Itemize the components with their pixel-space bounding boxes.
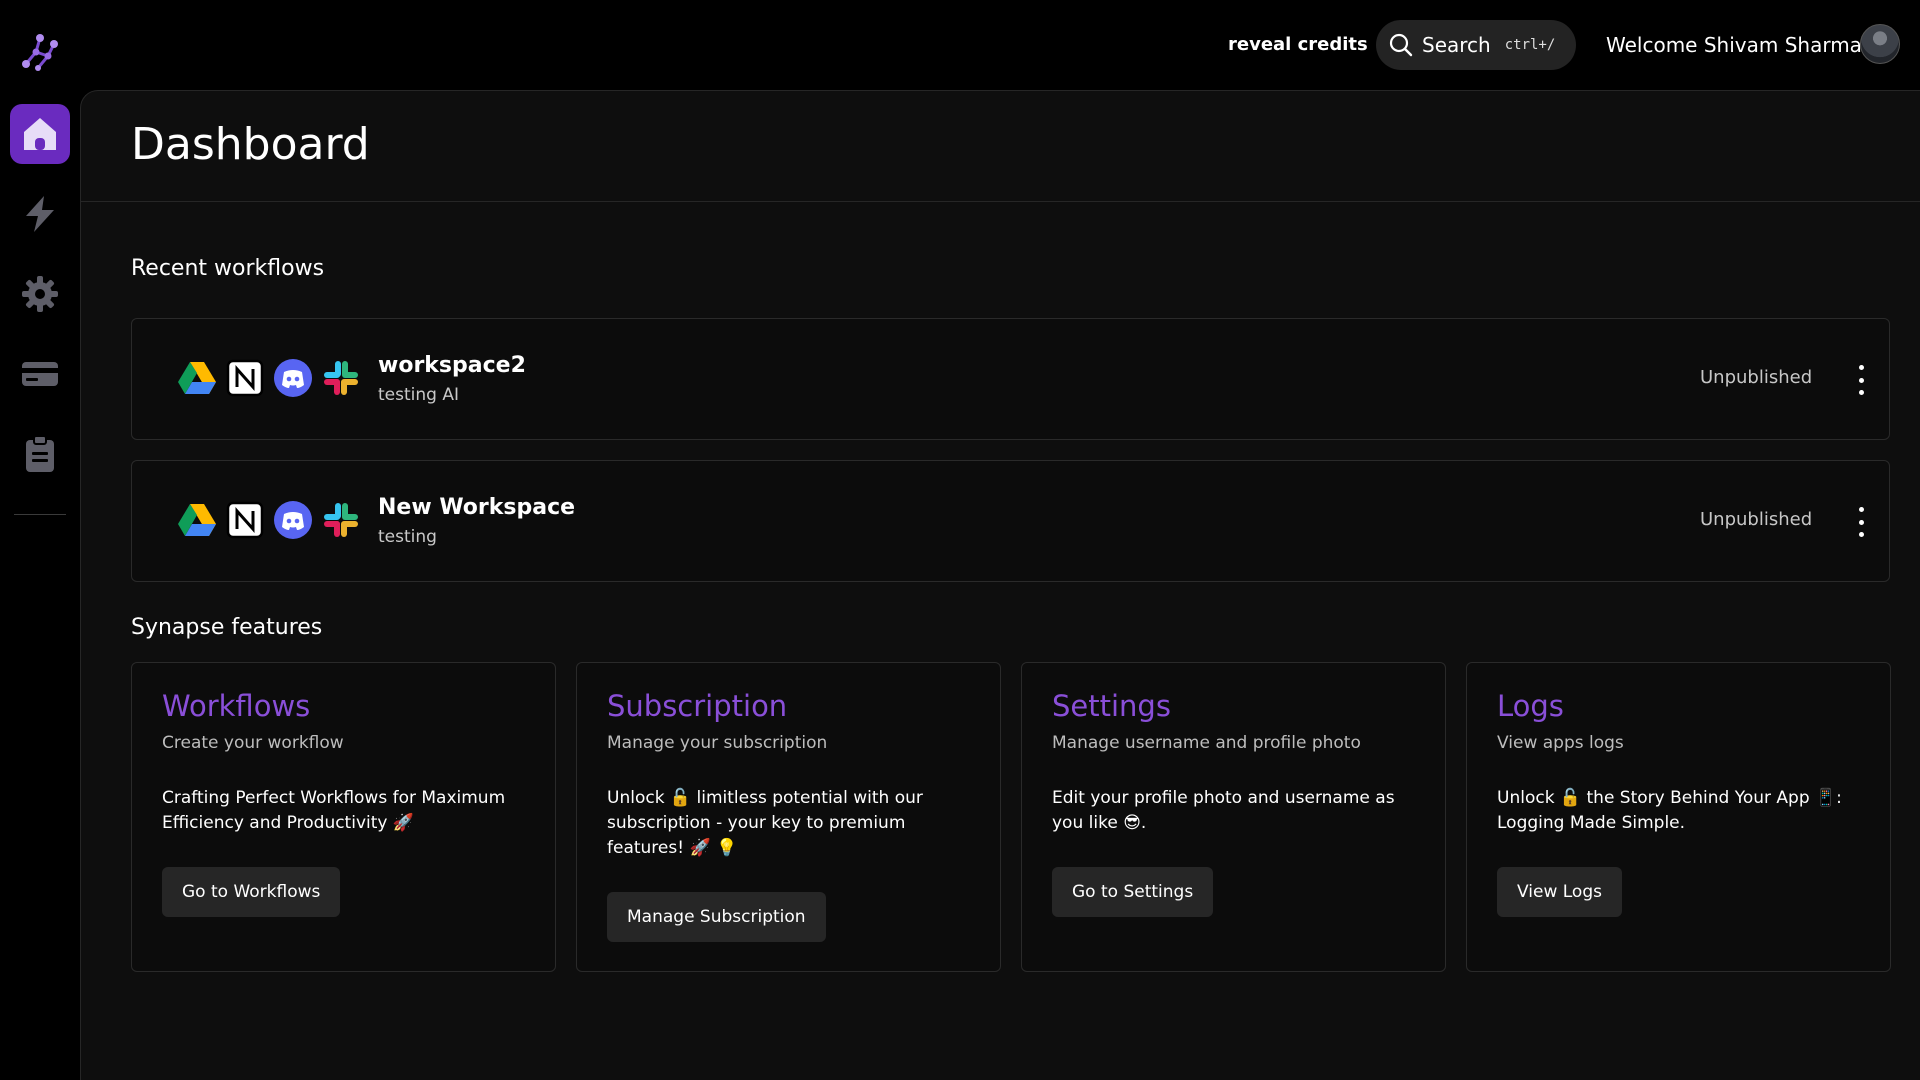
sidebar-divider [14,514,66,515]
notion-icon [224,357,266,399]
page-title: Dashboard [131,119,370,170]
avatar[interactable] [1860,24,1900,64]
sidebar-item-workflows[interactable] [10,184,70,244]
header-divider [81,201,1920,202]
slack-icon [320,357,362,399]
feature-card-subscription: Subscription Manage your subscription Un… [576,662,1001,972]
search-icon [1389,33,1413,57]
go-to-workflows-button[interactable]: Go to Workflows [162,867,341,917]
main-panel: Dashboard Recent workflows workspace2 te… [80,90,1920,1080]
feature-description: Edit your profile photo and username as … [1052,788,1395,833]
feature-subtitle: View apps logs [1497,733,1624,753]
feature-description: Crafting Perfect Workflows for Maximum E… [162,788,506,833]
sidebar-item-logs[interactable] [10,424,70,484]
feature-card-logs: Logs View apps logs Unlock 🔓 the Story B… [1466,662,1891,972]
feature-subtitle: Create your workflow [162,733,344,753]
workflow-description: testing [378,527,437,547]
search-label: Search [1422,33,1491,57]
workflow-app-icons [176,499,362,543]
feature-description: Unlock 🔓 limitless potential with our su… [607,788,923,858]
recent-workflows-title: Recent workflows [131,256,325,281]
welcome-text: Welcome Shivam Sharma [1606,33,1862,57]
slack-icon [320,499,362,541]
sidebar [0,90,80,1080]
feature-title: Logs [1497,689,1564,723]
lightning-icon [26,196,54,232]
manage-subscription-button[interactable]: Manage Subscription [607,892,826,942]
workflow-status: Unpublished [1700,509,1813,530]
sidebar-item-home[interactable] [10,104,70,164]
clipboard-icon [26,435,54,472]
feature-title: Subscription [607,689,788,723]
google-drive-icon [176,499,218,541]
feature-card-workflows: Workflows Create your workflow Crafting … [131,662,556,972]
workflow-name: workspace2 [378,353,526,378]
discord-icon [272,499,314,541]
top-bar: reveal credits Search ctrl+/ Welcome Shi… [0,0,1920,90]
search-shortcut: ctrl+/ [1504,37,1556,53]
workflow-status: Unpublished [1700,367,1813,388]
sidebar-item-subscription[interactable] [10,344,70,404]
workflow-card[interactable]: workspace2 testing AI Unpublished [131,318,1890,440]
workflow-app-icons [176,357,362,401]
app-root: reveal credits Search ctrl+/ Welcome Shi… [0,0,1920,1080]
workflow-card[interactable]: New Workspace testing Unpublished [131,460,1890,582]
feature-subtitle: Manage username and profile photo [1052,733,1361,753]
credit-card-icon [22,362,58,386]
more-options-icon[interactable] [1854,507,1868,537]
search-button[interactable]: Search ctrl+/ [1376,20,1576,70]
gear-icon [22,276,58,312]
feature-title: Settings [1052,689,1171,723]
synapse-logo-icon[interactable] [18,30,62,74]
go-to-settings-button[interactable]: Go to Settings [1052,867,1214,917]
reveal-credits-button[interactable]: reveal credits [1228,34,1368,55]
feature-subtitle: Manage your subscription [607,733,828,753]
notion-icon [224,499,266,541]
feature-card-settings: Settings Manage username and profile pho… [1021,662,1446,972]
workflow-name: New Workspace [378,495,576,520]
discord-icon [272,357,314,399]
home-icon [24,118,56,150]
more-options-icon[interactable] [1854,365,1868,395]
sidebar-item-settings[interactable] [10,264,70,324]
view-logs-button[interactable]: View Logs [1497,867,1622,917]
feature-title: Workflows [162,689,311,723]
google-drive-icon [176,357,218,399]
feature-description: Unlock 🔓 the Story Behind Your App 📱: Lo… [1497,788,1842,833]
synapse-features-title: Synapse features [131,615,323,640]
workflow-description: testing AI [378,385,459,405]
